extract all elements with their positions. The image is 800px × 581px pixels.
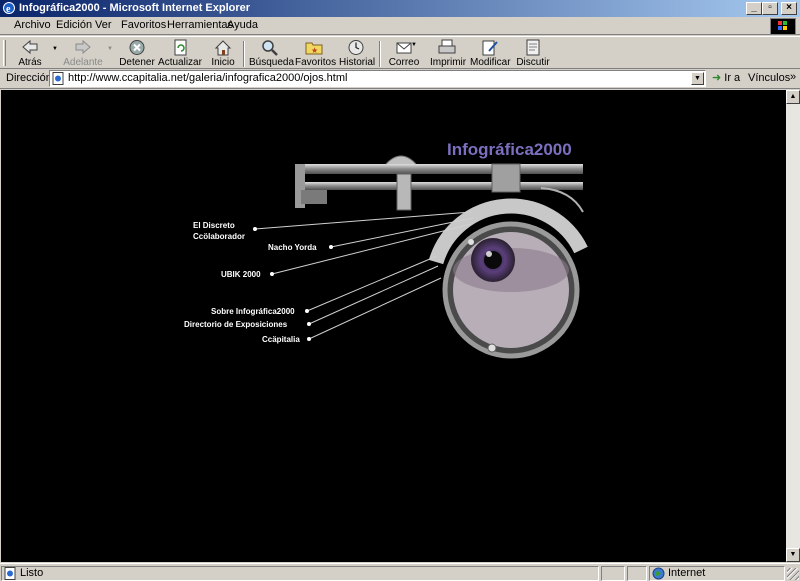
search-icon bbox=[262, 40, 278, 56]
edit-button[interactable]: Modificar bbox=[470, 39, 511, 69]
refresh-button[interactable]: Actualizar bbox=[158, 39, 202, 69]
address-url: http://www.ccapitalia.net/galeria/infogr… bbox=[68, 72, 348, 84]
forward-button[interactable]: Adelante bbox=[63, 39, 103, 69]
scroll-down-button[interactable]: ▼ bbox=[786, 548, 800, 562]
site-title: Infográfica2000 bbox=[447, 140, 572, 159]
eyepiece bbox=[428, 198, 588, 359]
page-content: Infográfica2000 El Discreto Ccölaborador… bbox=[1, 90, 786, 562]
windows-throbber bbox=[770, 18, 796, 35]
discuss-button[interactable]: Discutir bbox=[516, 39, 550, 69]
menu-ver[interactable]: Ver bbox=[95, 19, 112, 31]
refresh-label: Actualizar bbox=[158, 57, 202, 68]
status-bar: Listo Internet bbox=[0, 563, 800, 581]
forward-label: Adelante bbox=[63, 57, 103, 68]
address-bar: Dirección http://www.ccapitalia.net/gale… bbox=[0, 69, 800, 89]
resize-grip[interactable] bbox=[787, 568, 799, 580]
toolbar-separator bbox=[243, 41, 245, 67]
history-icon bbox=[348, 40, 364, 55]
refresh-icon bbox=[174, 39, 187, 56]
status-pane bbox=[627, 566, 647, 581]
menu-bar: Archivo Edición Ver Favoritos Herramient… bbox=[0, 17, 800, 35]
stop-label: Detener bbox=[119, 57, 155, 68]
search-button[interactable]: Búsqueda bbox=[249, 39, 295, 69]
back-button[interactable]: Atrás bbox=[12, 39, 48, 69]
nav-el-discreto[interactable]: El Discreto Ccölaborador bbox=[193, 220, 245, 242]
discuss-label: Discutir bbox=[516, 57, 550, 68]
go-arrow-icon: ➜ bbox=[712, 72, 722, 84]
toolbar-grip[interactable] bbox=[3, 40, 6, 66]
print-label: Imprimir bbox=[430, 57, 467, 68]
edit-page-icon bbox=[482, 40, 498, 56]
address-label: Dirección bbox=[6, 72, 52, 84]
nav-nacho-yorda[interactable]: Nacho Yorda bbox=[268, 242, 317, 253]
address-input[interactable]: http://www.ccapitalia.net/galeria/infogr… bbox=[49, 70, 706, 87]
nav-directorio-exposiciones[interactable]: Directorio de Exposiciones bbox=[184, 319, 287, 330]
favorites-folder-icon: ★ bbox=[305, 42, 323, 55]
menu-favoritos[interactable]: Favoritos bbox=[121, 19, 166, 31]
back-dropdown-icon[interactable]: ▼ bbox=[52, 46, 58, 52]
edit-label: Modificar bbox=[470, 57, 511, 68]
search-label: Búsqueda bbox=[249, 57, 295, 68]
status-text: Listo bbox=[20, 567, 44, 579]
printer-icon bbox=[438, 39, 456, 54]
globe-icon bbox=[652, 567, 665, 580]
home-icon bbox=[214, 40, 232, 56]
nav-el-discreto-line2: Ccölaborador bbox=[193, 232, 246, 241]
go-button[interactable]: ➜ Ir a bbox=[712, 71, 740, 84]
minimize-button[interactable]: _ bbox=[746, 2, 762, 15]
discuss-icon bbox=[526, 39, 540, 56]
mail-dropdown-icon[interactable]: ▼ bbox=[411, 42, 417, 48]
back-arrow-icon bbox=[22, 39, 38, 55]
status-zone: Internet bbox=[668, 567, 706, 579]
go-label: Ir a bbox=[724, 72, 741, 84]
nav-ubik-2000[interactable]: UBIK 2000 bbox=[221, 269, 261, 280]
home-label: Inicio bbox=[211, 57, 235, 68]
toolbar-separator bbox=[379, 41, 381, 67]
infografica-artwork bbox=[253, 155, 588, 359]
address-dropdown-icon[interactable]: ▼ bbox=[691, 72, 704, 85]
forward-dropdown-icon[interactable]: ▼ bbox=[107, 46, 113, 52]
menu-ayuda[interactable]: Ayuda bbox=[227, 19, 258, 31]
vertical-scrollbar[interactable]: ▲ ▼ bbox=[786, 90, 800, 562]
stop-button[interactable]: Detener bbox=[118, 39, 156, 69]
window-title: Infográfica2000 - Microsoft Internet Exp… bbox=[19, 2, 251, 14]
close-button[interactable]: × bbox=[781, 2, 797, 15]
home-button[interactable]: Inicio bbox=[208, 39, 238, 69]
menu-archivo[interactable]: Archivo bbox=[14, 19, 51, 31]
status-pane bbox=[601, 566, 625, 581]
standard-toolbar: Atrás ▼ Adelante ▼ Detener Actualizar In… bbox=[0, 36, 800, 69]
svg-text:★: ★ bbox=[311, 46, 318, 55]
links-button[interactable]: Vínculos bbox=[748, 72, 790, 84]
nav-el-discreto-line1: El Discreto bbox=[193, 221, 235, 230]
title-bar: e Infográfica2000 - Microsoft Internet E… bbox=[0, 0, 800, 17]
nav-ccapitalia[interactable]: Ccäpitalia bbox=[262, 334, 300, 345]
maximize-button[interactable]: ▫ bbox=[762, 2, 778, 15]
ie-logo-icon: e bbox=[3, 2, 15, 15]
nav-sobre-infografica[interactable]: Sobre Infográfica2000 bbox=[211, 306, 295, 317]
stop-icon bbox=[129, 40, 145, 55]
menu-edicion[interactable]: Edición bbox=[56, 19, 92, 31]
favorites-label: Favoritos bbox=[295, 57, 337, 68]
history-button[interactable]: Historial bbox=[339, 39, 376, 69]
history-label: Historial bbox=[339, 57, 376, 68]
status-zone-pane: Internet bbox=[649, 566, 785, 581]
mail-label: Correo bbox=[388, 57, 420, 68]
page-done-icon bbox=[4, 567, 16, 580]
scroll-up-button[interactable]: ▲ bbox=[786, 90, 800, 104]
status-main-pane: Listo bbox=[1, 566, 599, 581]
page-icon bbox=[52, 72, 64, 85]
pointer-lines bbox=[254, 211, 474, 340]
print-button[interactable]: Imprimir bbox=[430, 39, 467, 69]
back-label: Atrás bbox=[18, 57, 42, 68]
links-chevron-icon[interactable]: » bbox=[790, 71, 796, 83]
windows-flag-icon bbox=[778, 21, 787, 30]
menu-herramientas[interactable]: Herramientas bbox=[167, 19, 233, 31]
svg-text:e: e bbox=[6, 4, 11, 15]
forward-arrow-icon bbox=[75, 39, 91, 55]
favorites-button[interactable]: ★ Favoritos bbox=[295, 39, 337, 69]
